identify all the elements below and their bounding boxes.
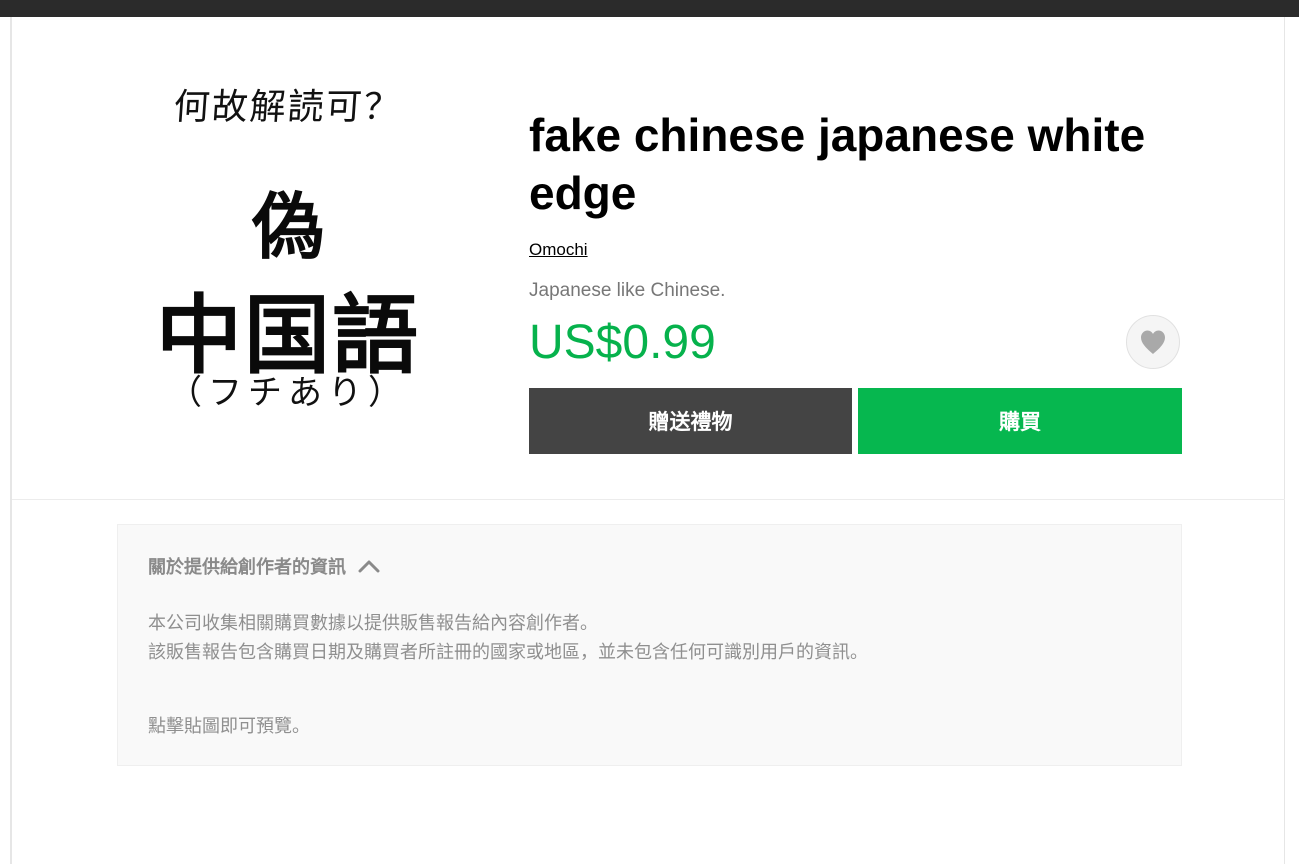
section-divider <box>12 499 1285 500</box>
thumbnail-line3: （フチあり） <box>168 373 408 413</box>
creator-info-line1: 本公司收集相關購買數據以提供販售報告給內容創作者。 <box>148 613 598 633</box>
author-link[interactable]: Omochi <box>529 240 588 260</box>
creator-info-title: 關於提供給創作者的資訊 <box>148 557 346 577</box>
thumbnail-line1: 偽 <box>251 184 324 269</box>
chevron-up-icon <box>358 560 380 573</box>
heart-icon <box>1141 330 1165 354</box>
creator-info-line2: 該販售報告包含購買日期及購買者所註冊的國家或地區，並未包含任何可識別用戶的資訊。 <box>148 642 868 662</box>
browser-top-bar <box>0 0 1299 17</box>
buy-button[interactable]: 購買 <box>858 388 1182 454</box>
creator-info-body: 本公司收集相關購買數據以提供販售報告給內容創作者。 該販售報告包含購買日期及購買… <box>148 609 868 667</box>
creator-info-panel: 關於提供給創作者的資訊 本公司收集相關購買數據以提供販售報告給內容創作者。 該販… <box>117 524 1182 766</box>
sticker-thumbnail[interactable]: 何故解読可？ 偽 中国語 （フチあり） <box>118 60 458 430</box>
product-title: fake chinese japanese white edge <box>529 109 1146 219</box>
creator-info-toggle[interactable]: 關於提供給創作者的資訊 <box>148 553 380 579</box>
preview-note: 點擊貼圖即可預覽。 <box>148 716 310 736</box>
product-description: Japanese like Chinese. <box>529 280 726 301</box>
product-price: US$0.99 <box>529 316 716 369</box>
thumbnail-caption: 何故解読可？ <box>172 87 404 128</box>
gift-button[interactable]: 贈送禮物 <box>529 388 852 454</box>
favorite-button[interactable] <box>1126 315 1180 369</box>
